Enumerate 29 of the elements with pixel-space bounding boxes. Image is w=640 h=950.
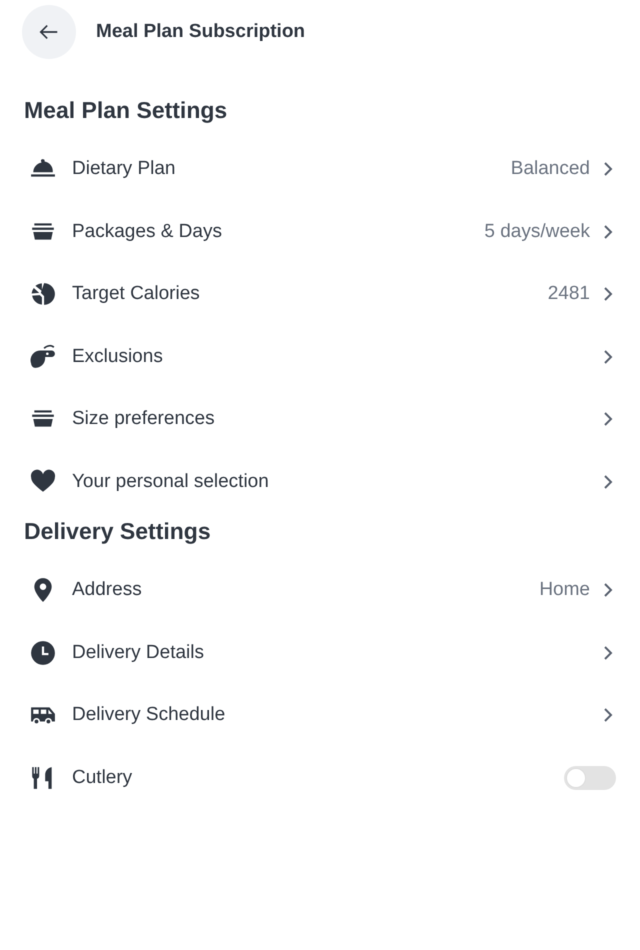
setting-label[interactable]: Your personal selection [72, 470, 602, 493]
setting-label[interactable]: Delivery Schedule [72, 704, 602, 726]
chevron-right-icon[interactable] [602, 411, 614, 428]
setting-label[interactable]: Target Calories [72, 283, 548, 306]
setting-label[interactable]: Cutlery [72, 766, 564, 789]
chevron-right-icon[interactable] [602, 161, 614, 178]
section-title: Meal Plan Settings [23, 96, 228, 125]
chevron-right-icon[interactable] [602, 707, 614, 724]
chevron-right-icon[interactable] [602, 224, 614, 240]
chevron-right-icon[interactable] [602, 286, 614, 302]
setting-label[interactable]: Address [72, 579, 540, 602]
chevron-right-icon[interactable] [602, 348, 614, 365]
chevron-right-icon[interactable] [602, 644, 614, 661]
setting-label[interactable]: Exclusions [72, 346, 602, 368]
page-title: Meal Plan Subscription [96, 21, 306, 43]
pie-chart-icon [30, 281, 56, 308]
setting-label[interactable]: Packages & Days [72, 220, 484, 243]
setting-value: Balanced [510, 158, 590, 180]
setting-label[interactable]: Size preferences [72, 408, 602, 430]
section-title: Delivery Settings [23, 516, 212, 546]
chevron-right-icon[interactable] [602, 582, 614, 598]
setting-label[interactable]: Delivery Details [72, 642, 602, 664]
toggle-switch[interactable] [564, 766, 616, 790]
setting-value: 2481 [548, 283, 590, 306]
setting-value: 5 days/week [484, 220, 590, 243]
chevron-right-icon[interactable] [602, 474, 614, 490]
setting-label[interactable]: Dietary Plan [72, 158, 511, 180]
clock-icon [30, 640, 56, 666]
setting-value: Home [539, 579, 590, 602]
